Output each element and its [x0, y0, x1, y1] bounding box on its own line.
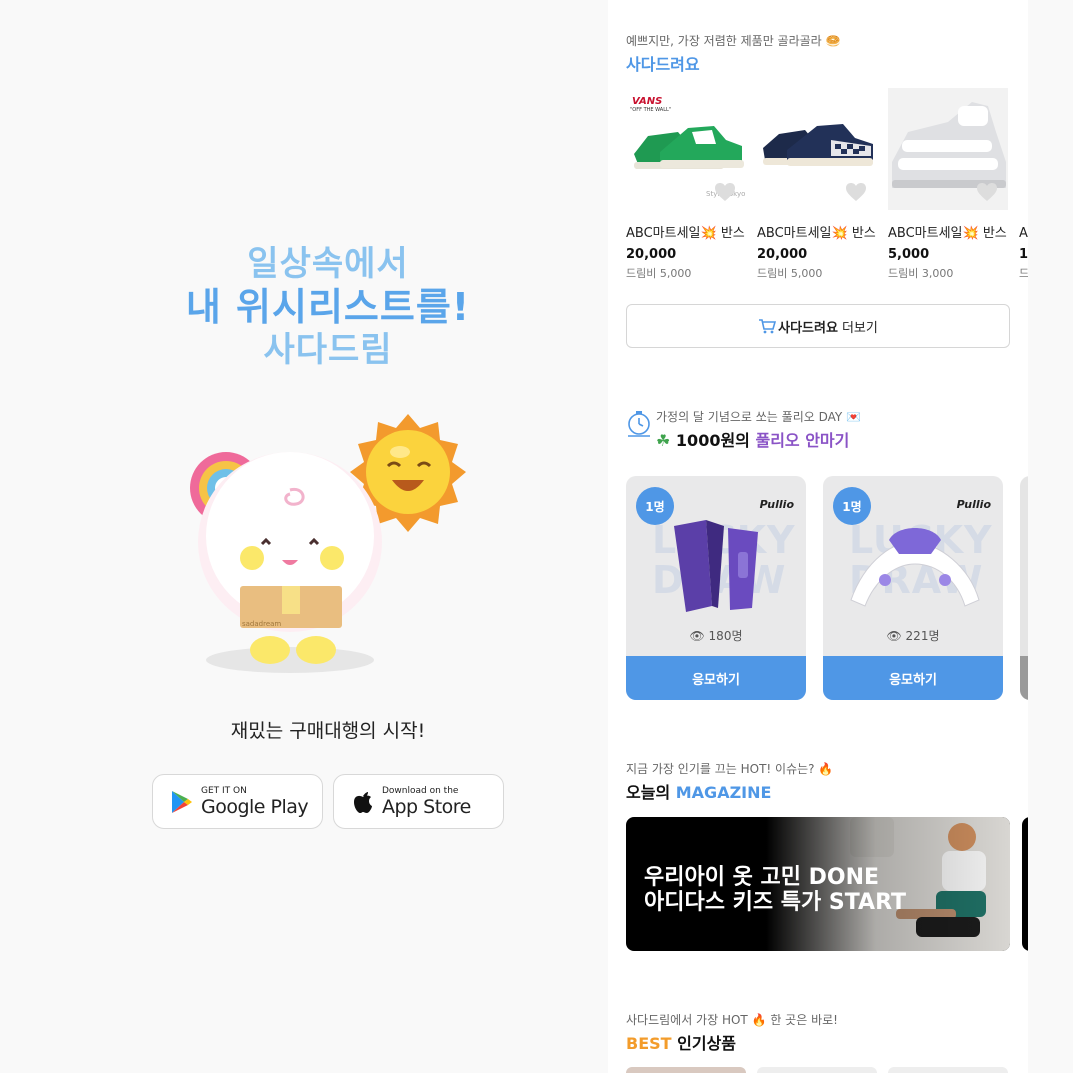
page: 일상속에서 내 위시리스트를! 사다드림 sadadream 재밌는 구매대행의… — [0, 0, 1073, 1073]
apply-button[interactable]: 응모하기 — [626, 656, 806, 700]
more-button-bold: 사다드려요 — [778, 320, 838, 336]
best-product-thumb[interactable] — [888, 1067, 1008, 1073]
view-count: 👁 221명 — [823, 627, 1003, 644]
right-gutter — [1028, 0, 1073, 1073]
product-name: ABC마트세일💥 반스 샌들 — [888, 226, 1008, 241]
product-fee: 드림비 5,000 — [626, 267, 692, 280]
product-fee: 드림비 5,000 — [757, 267, 823, 280]
magazine-banner[interactable]: 우리아이 옷 고민 DONE 아디다스 키즈 특가 START — [626, 817, 1010, 951]
magazine-title: 오늘의 MAGAZINE — [626, 779, 771, 803]
eye-icon: 👁 — [689, 629, 705, 643]
google-play-big: Google Play — [201, 795, 309, 818]
promo-headline: 일상속에서 내 위시리스트를! 사다드림 — [0, 243, 656, 372]
app-store-button[interactable]: Download on the App Store — [333, 774, 504, 829]
product-price: 1 — [1019, 247, 1028, 262]
heart-icon[interactable] — [976, 182, 998, 202]
best-title-accent: BEST — [626, 1034, 672, 1053]
view-count-value: 180명 — [708, 629, 743, 643]
clover-icon: ☘ — [656, 431, 671, 450]
product-price: 20,000 — [757, 247, 808, 262]
view-count: 👁 180명 — [626, 627, 806, 644]
pullio-title: ☘ 1000원의 풀리오 안마기 — [656, 427, 849, 451]
app-view: 예쁘지만, 가장 저렴한 제품만 골라골라 🥯 사다드려요 VANS "OFF … — [608, 0, 1028, 1073]
promo-line-3: 사다드림 — [263, 330, 393, 370]
winner-count-badge: 1명 — [833, 487, 871, 525]
magazine-title-prefix: 오늘의 — [626, 783, 671, 802]
google-play-button[interactable]: GET IT ON Google Play — [152, 774, 323, 829]
product-image — [757, 88, 877, 210]
magazine-eyebrow: 지금 가장 인기를 끄는 HOT! 이슈는? 🔥 — [626, 762, 834, 776]
cart-icon — [759, 319, 777, 334]
vans-logo-sub: "OFF THE WALL" — [630, 107, 672, 113]
vans-logo: VANS — [632, 96, 663, 107]
magazine-title-accent: MAGAZINE — [675, 783, 772, 802]
promo-panel: 일상속에서 내 위시리스트를! 사다드림 sadadream 재밌는 구매대행의… — [0, 0, 608, 1073]
google-play-small: GET IT ON — [201, 785, 247, 796]
view-count-value: 221명 — [905, 629, 940, 643]
mascot-illustration: sadadream — [190, 414, 466, 673]
best-eyebrow: 사다드림에서 가장 HOT 🔥 한 곳은 바로! — [626, 1013, 838, 1027]
product-name: ABC마트세일💥 반스 올드스쿨 — [626, 226, 746, 241]
best-product-thumb[interactable] — [757, 1067, 877, 1073]
product-image — [888, 88, 1008, 210]
apple-icon — [354, 791, 372, 813]
product-fee: 드 — [1019, 267, 1028, 280]
pullio-brand: Pullio — [759, 498, 794, 511]
product-card[interactable]: ABC마트세일💥 반스 1 드 — [1019, 88, 1028, 281]
promo-tagline: 재밌는 구매대행의 시작! — [230, 720, 426, 742]
sadadream-title: 사다드려요 — [626, 55, 700, 74]
pullio-title-prefix: 1000원의 — [675, 431, 750, 450]
app-store-small: Download on the — [382, 785, 459, 796]
product-price: 5,000 — [888, 247, 930, 262]
eye-icon: 👁 — [886, 629, 902, 643]
product-card[interactable]: ABC마트세일💥 반스 체커보드 20,000 드림비 5,000 — [757, 88, 877, 281]
product-image: VANS "OFF THE WALL" Style Tokyo — [626, 88, 746, 210]
best-title: BEST 인기상품 — [626, 1030, 736, 1054]
sadadream-eyebrow: 예쁘지만, 가장 저렴한 제품만 골라골라 🥯 — [626, 34, 841, 48]
winner-count-badge: 1명 — [636, 487, 674, 525]
pullio-brand: Pullio — [956, 498, 991, 511]
banner-line-2: 아디다스 키즈 특가 START — [644, 890, 907, 915]
promo-line-1: 일상속에서 — [247, 244, 409, 284]
product-image — [1019, 88, 1028, 210]
lucky-draw-card-partial[interactable] — [1020, 476, 1028, 700]
mascot-box-text: sadadream — [242, 620, 281, 628]
apply-button[interactable]: 응모하기 — [823, 656, 1003, 700]
product-name: ABC마트세일💥 반스 — [1019, 226, 1028, 241]
timer-icon — [628, 411, 650, 437]
pullio-eyebrow: 가정의 달 기념으로 쏘는 풀리오 DAY 💌 — [656, 410, 861, 424]
neck-massager-image — [850, 528, 980, 607]
best-product-thumb[interactable] — [626, 1067, 746, 1073]
promo-line-2: 내 위시리스트를! — [185, 285, 471, 329]
heart-icon[interactable] — [714, 182, 736, 202]
pullio-title-accent: 풀리오 안마기 — [755, 431, 850, 450]
apply-button-partial[interactable] — [1020, 656, 1028, 700]
sadadream-more-button[interactable]: 사다드려요 더보기 — [626, 304, 1010, 348]
product-fee: 드림비 3,000 — [888, 267, 954, 280]
heart-icon[interactable] — [845, 182, 867, 202]
lucky-draw-card[interactable]: LUCKY DRAW 1명 Pullio 👁 180명 응모하기 — [626, 476, 806, 700]
shoe-image — [763, 124, 873, 166]
shoe-image — [634, 126, 744, 169]
product-card[interactable]: ABC마트세일💥 반스 샌들 5,000 드림비 3,000 — [888, 88, 1008, 281]
app-store-big: App Store — [382, 795, 471, 818]
product-price: 20,000 — [626, 247, 677, 262]
lucky-draw-card[interactable]: LUCKY DRAW 1명 Pullio 👁 221명 응모하기 — [823, 476, 1003, 700]
product-name: ABC마트세일💥 반스 체커보드 — [757, 226, 877, 241]
best-title-rest: 인기상품 — [677, 1034, 737, 1053]
leg-massager-image — [674, 520, 758, 612]
product-card[interactable]: VANS "OFF THE WALL" Style Tokyo ABC마트세일💥… — [626, 88, 746, 281]
more-button-rest: 더보기 — [841, 320, 878, 336]
google-play-icon — [172, 790, 192, 813]
